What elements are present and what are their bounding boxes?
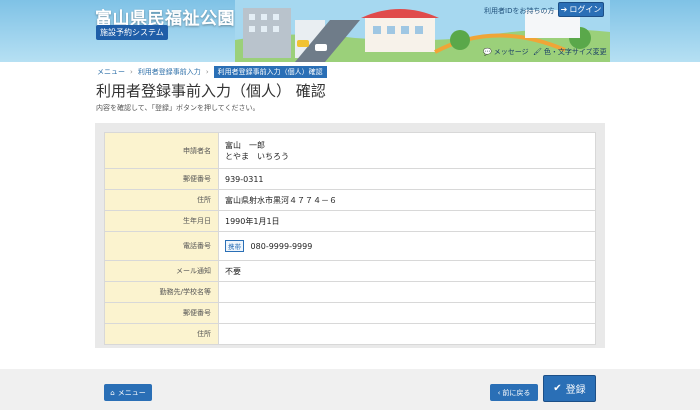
table-row: メール通知 不要	[104, 260, 596, 282]
applicant-name: 富山 一郎	[225, 140, 265, 150]
breadcrumb-registration[interactable]: 利用者登録事前入力	[138, 67, 201, 77]
field-label: メール通知	[104, 260, 219, 282]
field-label: 郵便番号	[104, 302, 219, 324]
phone-number: 080-9999-9999	[250, 242, 313, 251]
menu-label: メニュー	[117, 388, 146, 397]
field-value: 富山県射水市黒河４７７４－６	[218, 189, 596, 211]
confirmation-table: 申請者名 富山 一郎 とやま いちろう 郵便番号 939-0311 住所 富山県…	[104, 132, 596, 345]
field-label: 住所	[104, 189, 219, 211]
phone-type-tag: 携帯	[225, 240, 244, 252]
field-value	[218, 281, 596, 303]
chevron-right-icon: ›	[205, 68, 209, 76]
field-value: 不要	[218, 260, 596, 282]
login-icon: ➔	[560, 5, 568, 14]
system-badge: 施設予約システム	[96, 25, 168, 40]
table-row: 生年月日 1990年1月1日	[104, 210, 596, 232]
table-row: 住所 富山県射水市黒河４７７４－６	[104, 189, 596, 211]
page-instruction: 内容を確認して、「登録」ボタンを押してください。	[96, 104, 260, 112]
back-button[interactable]: ‹ 前に戻る	[490, 384, 538, 401]
chat-icon: 💬	[483, 48, 492, 56]
table-row: 電話番号 携帯 080-9999-9999	[104, 231, 596, 261]
menu-button[interactable]: ⌂ メニュー	[104, 384, 152, 401]
field-label: 電話番号	[104, 231, 219, 261]
register-button[interactable]: ✔ 登録	[543, 375, 596, 402]
table-row: 住所	[104, 323, 596, 345]
login-button[interactable]: ➔ ログイン	[558, 2, 604, 17]
site-header: 富山県民福祉公園 施設予約システム 利用者IDをお持ちの方 ➔ ログイン 💬 メ…	[0, 0, 700, 62]
field-value	[218, 302, 596, 324]
field-label: 生年月日	[104, 210, 219, 232]
field-label: 郵便番号	[104, 168, 219, 190]
forgot-id-link[interactable]: 利用者IDをお持ちの方	[484, 6, 554, 16]
brush-icon: 🖌	[533, 48, 542, 56]
field-label: 勤務先/学校名等	[104, 281, 219, 303]
table-row: 郵便番号	[104, 302, 596, 324]
field-value: 1990年1月1日	[218, 210, 596, 232]
field-value: 939-0311	[218, 168, 596, 190]
field-value: 富山 一郎 とやま いちろう	[218, 132, 596, 169]
message-label: メッセージ	[493, 48, 529, 56]
color-font-link[interactable]: 🖌 色・文字サイズ変更	[533, 47, 607, 57]
color-font-label: 色・文字サイズ変更	[543, 48, 607, 56]
back-label: 前に戻る	[502, 388, 531, 397]
check-icon: ✔	[553, 383, 562, 394]
field-value: 携帯 080-9999-9999	[218, 231, 596, 261]
breadcrumb-menu[interactable]: メニュー	[97, 67, 125, 77]
field-label: 申請者名	[104, 132, 219, 169]
register-label: 登録	[565, 385, 586, 396]
field-label: 住所	[104, 323, 219, 345]
breadcrumb: メニュー › 利用者登録事前入力 › 利用者登録事前入力（個人）確認	[97, 66, 327, 78]
table-row: 勤務先/学校名等	[104, 281, 596, 303]
table-row: 郵便番号 939-0311	[104, 168, 596, 190]
page-title: 利用者登録事前入力（個人） 確認	[96, 82, 326, 100]
chevron-right-icon: ›	[130, 68, 133, 76]
login-label: ログイン	[569, 5, 602, 14]
breadcrumb-current: 利用者登録事前入力（個人）確認	[213, 66, 327, 78]
confirmation-panel: 申請者名 富山 一郎 とやま いちろう 郵便番号 939-0311 住所 富山県…	[95, 123, 605, 348]
field-value	[218, 323, 596, 345]
message-link[interactable]: 💬 メッセージ	[483, 47, 529, 57]
chevron-left-icon: ‹	[497, 388, 501, 397]
home-icon: ⌂	[110, 388, 115, 397]
table-row: 申請者名 富山 一郎 とやま いちろう	[104, 132, 596, 169]
applicant-name-kana: とやま いちろう	[225, 151, 289, 161]
